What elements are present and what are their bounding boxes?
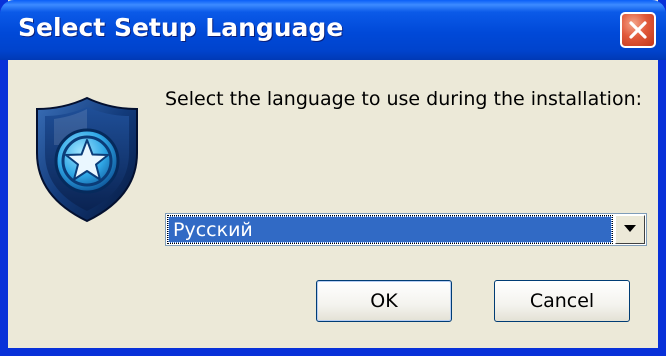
language-dropdown-button[interactable] (615, 215, 645, 244)
cancel-button[interactable]: Cancel (494, 280, 630, 322)
window-title: Select Setup Language (18, 13, 344, 42)
chevron-down-icon (624, 225, 636, 232)
setup-language-dialog: Select Setup Language Select the languag… (0, 0, 666, 356)
close-button[interactable] (620, 12, 656, 48)
language-prompt: Select the language to use during the in… (165, 88, 643, 110)
shield-star-icon (36, 96, 138, 223)
dialog-content: Select the language to use during the in… (8, 60, 658, 348)
close-icon (629, 21, 647, 39)
language-select[interactable]: Русский (165, 213, 647, 246)
language-select-value[interactable]: Русский (167, 215, 613, 244)
ok-button[interactable]: OK (316, 280, 452, 322)
title-bar[interactable]: Select Setup Language (0, 0, 666, 60)
